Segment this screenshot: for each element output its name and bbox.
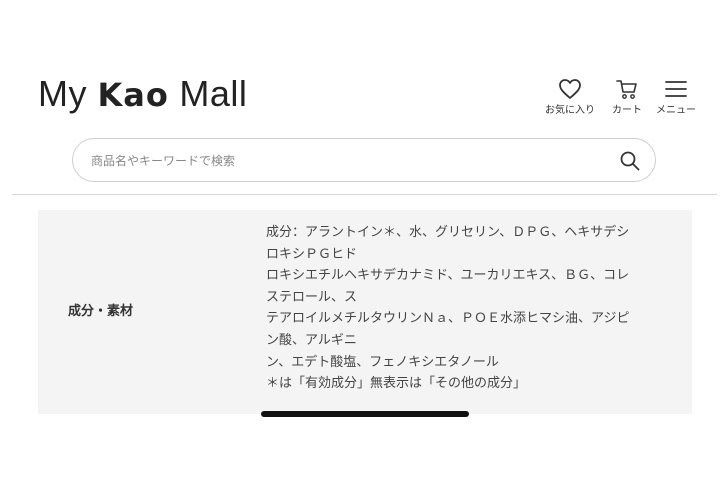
- ingredients-line: ン、エデト酸塩、フェノキシエタノール: [266, 354, 499, 370]
- header-divider: [12, 194, 717, 195]
- ingredients-line: テアロイルメチルタウリンＮａ、ＰＯＥ水添ヒマシ油、アジピ: [266, 311, 630, 327]
- menu-icon: [665, 81, 687, 97]
- menu-label: メニュー: [656, 105, 696, 116]
- ingredients-line: ＊は「有効成分」無表示は「その他の成分」: [266, 376, 527, 392]
- spec-table: 成分・素材 成分：アラントイン＊、水、グリセリン、ＤＰＧ、ヘキサデシ ロキシＰＧ…: [38, 210, 692, 414]
- search-icon[interactable]: [619, 150, 641, 172]
- heart-icon: [559, 79, 581, 99]
- ingredients-line: ロキシエチルヘキサデカナミド、ユーカリエキス、ＢＧ、コレ: [266, 268, 630, 284]
- favorites-label: お気に入り: [545, 105, 595, 116]
- site-header: My Kao Mall お気に入り カート メニュー: [0, 0, 720, 182]
- search-bar: [72, 138, 656, 182]
- ingredients-text: 成分：アラントイン＊、水、グリセリン、ＤＰＧ、ヘキサデシ ロキシＰＧヒド ロキシ…: [266, 222, 676, 395]
- home-indicator[interactable]: [261, 411, 469, 417]
- search-input[interactable]: [89, 149, 613, 173]
- logo-suffix: Mall: [168, 73, 248, 114]
- logo-brand: Kao: [97, 76, 169, 114]
- ingredients-line: 成分：アラントイン＊、水、グリセリン、ＤＰＧ、ヘキサデシ: [266, 225, 630, 240]
- header-actions: お気に入り カート メニュー: [540, 78, 710, 122]
- favorites-button[interactable]: お気に入り: [540, 78, 600, 116]
- ingredients-line: ン酸、アルギニ: [266, 332, 357, 348]
- ingredients-line: ステロール、ス: [266, 289, 358, 305]
- ingredients-label: 成分・素材: [68, 304, 134, 319]
- ingredients-line: ロキシＰＧヒド: [266, 246, 358, 262]
- cart-icon: [616, 80, 637, 99]
- logo-prefix: My: [38, 73, 98, 114]
- site-logo[interactable]: My Kao Mall: [38, 72, 247, 117]
- menu-button[interactable]: メニュー: [646, 78, 706, 116]
